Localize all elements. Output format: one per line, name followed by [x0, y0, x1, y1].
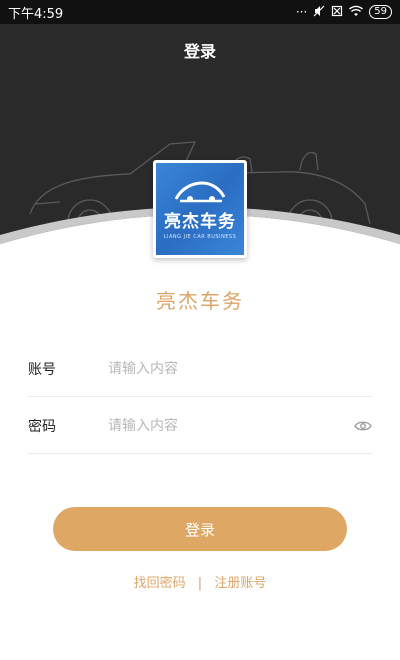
- status-time: 下午4:59: [8, 6, 64, 22]
- password-input[interactable]: [108, 417, 354, 434]
- app-logo: 亮杰车务 LIANG JIE CAR BUSINESS: [153, 160, 247, 258]
- more-dots-icon: ···: [295, 5, 308, 19]
- password-label: 密码: [28, 418, 56, 435]
- login-button[interactable]: 登录: [53, 507, 347, 551]
- car-logo-icon: [174, 180, 226, 202]
- status-icons: ··· 59: [296, 5, 392, 20]
- status-bar: 下午4:59 ··· 59: [0, 0, 400, 24]
- account-label: 账号: [28, 361, 56, 378]
- eye-icon[interactable]: [354, 420, 372, 432]
- auth-links: 找回密码 | 注册账号: [0, 572, 400, 591]
- brand-name: 亮杰车务: [156, 289, 244, 313]
- logo-subtitle: LIANG JIE CAR BUSINESS: [163, 233, 237, 240]
- no-sim-icon: [331, 5, 343, 20]
- mute-icon: [313, 5, 325, 20]
- account-row: 账号: [28, 341, 372, 397]
- account-input[interactable]: [108, 360, 372, 377]
- forgot-password-link[interactable]: 找回密码: [134, 576, 186, 591]
- password-row: 密码: [28, 398, 372, 454]
- wifi-icon: [349, 5, 364, 20]
- page-title: 登录: [183, 42, 216, 61]
- logo-name: 亮杰车务: [164, 211, 236, 232]
- link-separator: |: [197, 576, 203, 591]
- battery-indicator: 59: [369, 5, 392, 19]
- register-link[interactable]: 注册账号: [214, 576, 266, 591]
